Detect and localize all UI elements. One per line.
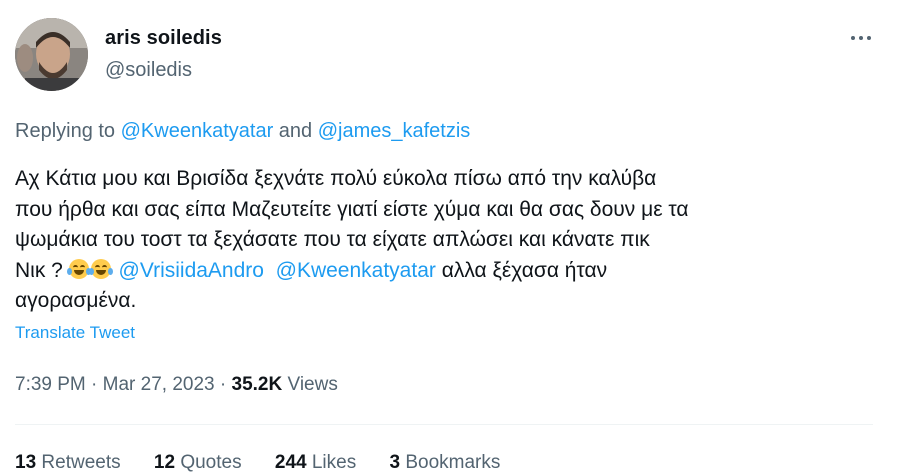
tweet-text-line: Νικ ? @VrisiidaAndro @Kweenkatyatar αλλα… <box>15 256 885 287</box>
retweets-stat[interactable]: 13 Retweets <box>15 452 121 473</box>
more-options-icon[interactable] <box>845 26 877 50</box>
quotes-label: Quotes <box>175 452 242 473</box>
mention-link[interactable]: @VrisiidaAndro <box>119 259 264 282</box>
retweets-label: Retweets <box>36 452 121 473</box>
tweet-text-line: που ήρθα και σας είπα Μαζευτείτε γιατί ε… <box>15 197 689 221</box>
avatar[interactable] <box>15 18 88 91</box>
translate-tweet-link[interactable]: Translate Tweet <box>15 323 135 343</box>
meta-separator: · <box>214 374 232 395</box>
bookmarks-label: Bookmarks <box>400 452 501 473</box>
tweet-text: Αχ Κάτια μου και Βρισίδα ξεχνάτε πολύ εύ… <box>15 164 885 317</box>
tweet-text-line: ψωμάκια του τοστ τα ξεχάσατε που τα είχα… <box>15 228 650 251</box>
likes-stat[interactable]: 244 Likes <box>275 452 356 473</box>
tweet: aris soiledis @soiledis Replying to @Kwe… <box>0 0 900 473</box>
tweet-stats: 13 Retweets 12 Quotes 244 Likes 3 Bookma… <box>15 452 528 474</box>
replying-conjunction: and <box>273 120 318 142</box>
reply-user-link[interactable]: @Kweenkatyatar <box>121 120 274 142</box>
tweet-text-line: αγορασμένα. <box>15 289 137 312</box>
avatar-photo <box>15 18 88 91</box>
author-name[interactable]: aris soiledis <box>105 27 222 50</box>
tears-of-joy-emoji-icon <box>88 258 113 279</box>
tweet-meta: 7:39 PM · Mar 27, 2023 · 35.2K Views <box>15 374 338 396</box>
tweet-time[interactable]: 7:39 PM <box>15 374 86 395</box>
reply-user-link[interactable]: @james_kafetzis <box>318 120 471 142</box>
retweets-count: 13 <box>15 452 37 473</box>
tweet-text-segment: αλλα ξέχασα ήταν <box>435 258 608 282</box>
views-count: 35.2K <box>231 374 283 395</box>
tweet-text-segment: Νικ ? <box>15 258 69 282</box>
replying-to: Replying to @Kweenkatyatar and @james_ka… <box>15 120 470 143</box>
likes-label: Likes <box>306 452 357 473</box>
meta-separator: · <box>85 374 103 395</box>
tweet-text-line: Αχ Κάτια μου και Βρισίδα ξεχνάτε πολύ εύ… <box>15 167 657 190</box>
quotes-stat[interactable]: 12 Quotes <box>154 452 242 473</box>
bookmarks-count: 3 <box>389 452 401 473</box>
divider <box>15 424 873 425</box>
likes-count: 244 <box>274 452 307 473</box>
replying-prefix: Replying to <box>15 120 121 142</box>
views-label: Views <box>282 374 338 395</box>
bookmarks-stat[interactable]: 3 Bookmarks <box>390 452 501 473</box>
tweet-date[interactable]: Mar 27, 2023 <box>103 374 215 395</box>
mention-link[interactable]: @Kweenkatyatar <box>276 259 436 282</box>
author-handle[interactable]: @soiledis <box>105 59 192 82</box>
tears-of-joy-emoji-icon <box>66 258 91 279</box>
quotes-count: 12 <box>153 452 176 473</box>
